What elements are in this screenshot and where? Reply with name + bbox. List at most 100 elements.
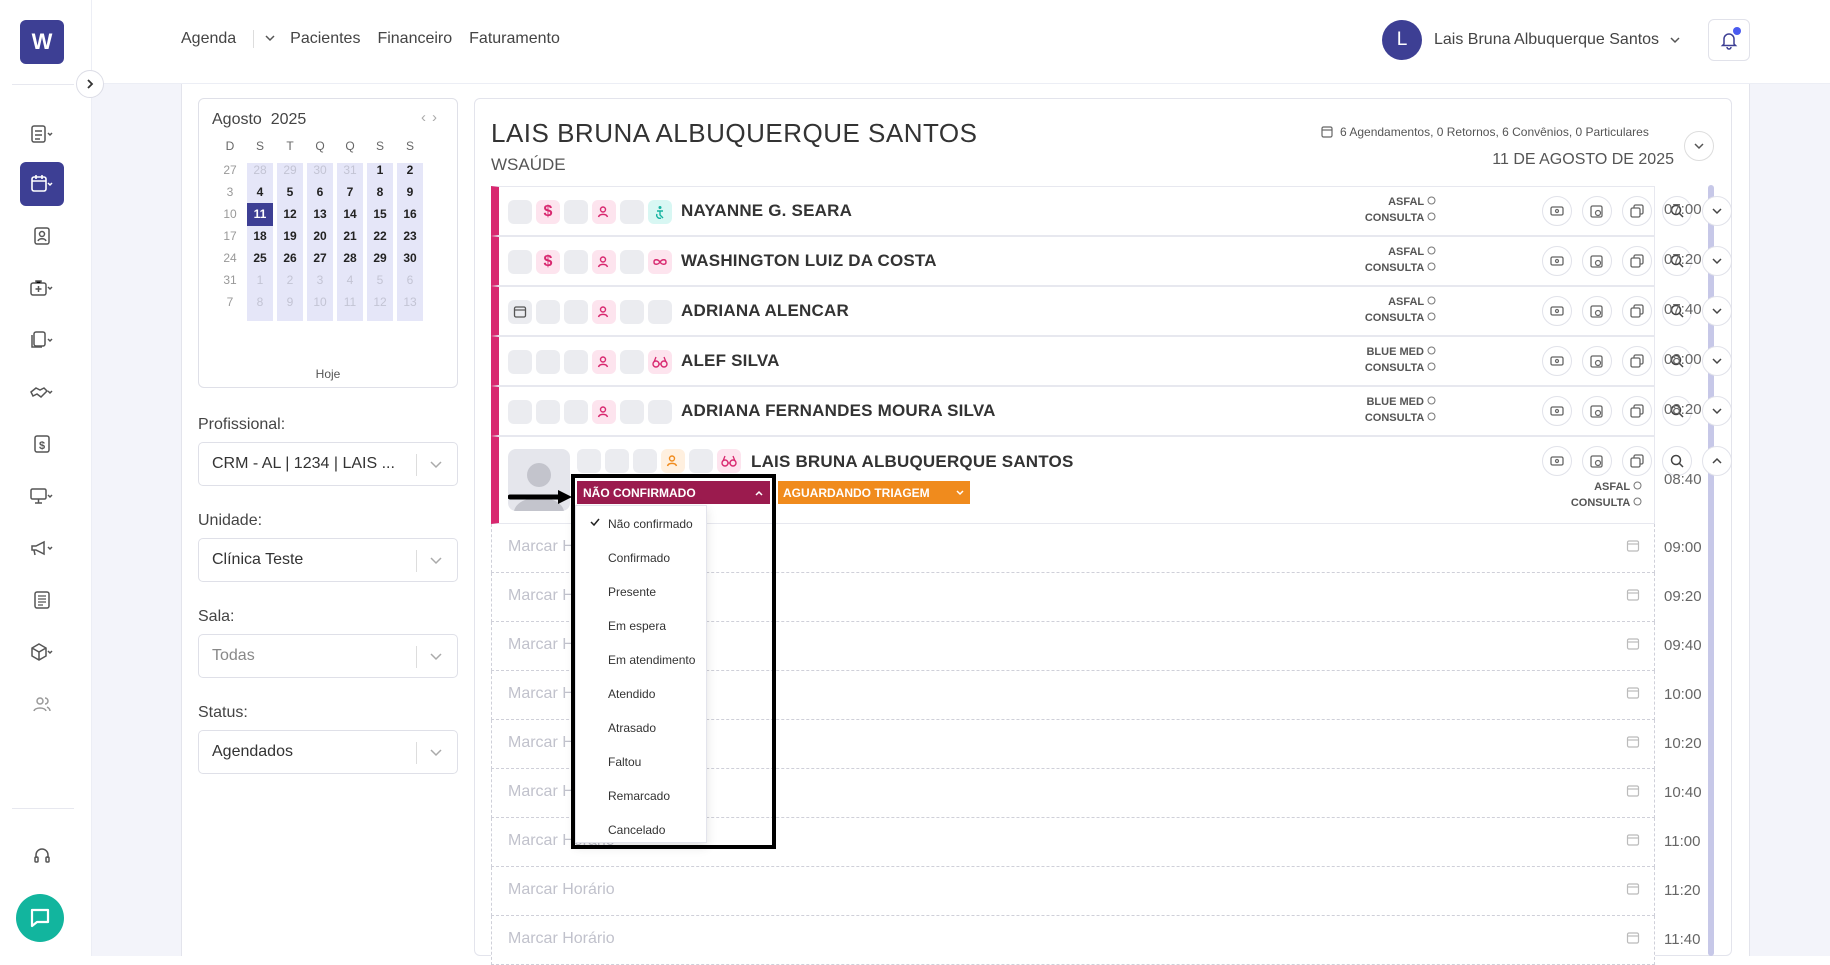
patient-icon[interactable] [661, 449, 685, 473]
calendar-day[interactable]: 24 [217, 247, 243, 270]
calendar-small-icon[interactable] [1626, 931, 1640, 945]
status-select[interactable]: Agendados [198, 730, 458, 774]
calendar-small-icon[interactable] [1626, 588, 1640, 602]
calendar-day[interactable]: 6 [307, 181, 333, 204]
empty-status-icon[interactable] [536, 350, 560, 374]
calendar-day[interactable]: 29 [367, 247, 393, 270]
empty-status-icon[interactable] [508, 200, 532, 224]
calendar-day[interactable]: 21 [337, 225, 363, 248]
action-card-button[interactable] [1542, 246, 1572, 276]
calendar-day[interactable]: 13 [397, 291, 423, 314]
calendar-day[interactable]: 9 [277, 291, 303, 314]
empty-status-icon[interactable] [564, 400, 588, 424]
empty-status-icon[interactable] [620, 400, 644, 424]
action-copy-button[interactable] [1622, 346, 1652, 376]
calendar-day[interactable]: 27 [307, 247, 333, 270]
patient-card-icon[interactable] [20, 214, 64, 258]
calendar-day[interactable]: 7 [337, 181, 363, 204]
calendar-small-icon[interactable] [1626, 637, 1640, 651]
empty-status-icon[interactable] [508, 400, 532, 424]
action-chevron-down-button[interactable] [1702, 446, 1732, 476]
appointment-row[interactable]: ALEF SILVA BLUE MED CONSULTA [491, 336, 1732, 386]
documents-icon[interactable] [20, 318, 64, 362]
empty-status-icon[interactable] [508, 350, 532, 374]
calendar-day[interactable]: 11 [247, 203, 273, 226]
empty-status-icon[interactable] [564, 250, 588, 274]
calendar-next-icon[interactable]: › [432, 109, 443, 126]
action-card-button[interactable] [1542, 396, 1572, 426]
calendar-day[interactable]: 27 [217, 159, 243, 182]
patient-name[interactable]: NAYANNE G. SEARA [681, 201, 852, 221]
calendar-day[interactable]: 5 [277, 181, 303, 204]
calendar-day[interactable]: 26 [277, 247, 303, 270]
patient-name[interactable]: WASHINGTON LUIZ DA COSTA [681, 251, 937, 271]
calendar-day[interactable]: 1 [367, 159, 393, 182]
calendar-day[interactable]: 28 [337, 247, 363, 270]
patient-name[interactable]: ALEF SILVA [681, 351, 780, 371]
calendar-day[interactable]: 3 [217, 181, 243, 204]
room-select[interactable]: Todas [198, 634, 458, 678]
action-copy-button[interactable] [1622, 446, 1652, 476]
calendar-day[interactable]: 31 [217, 269, 243, 292]
calendar-day[interactable]: 4 [337, 269, 363, 292]
notifications-button[interactable] [1708, 19, 1750, 61]
calendar-day[interactable]: 19 [277, 225, 303, 248]
calendar-day[interactable]: 9 [397, 181, 423, 204]
patient-icon[interactable] [592, 250, 616, 274]
patient-icon[interactable] [592, 300, 616, 324]
unit-select[interactable]: Clínica Teste [198, 538, 458, 582]
glasses-icon[interactable] [717, 449, 741, 473]
header-expand-button[interactable] [1684, 131, 1714, 161]
patient-name[interactable]: LAIS BRUNA ALBUQUERQUE SANTOS [751, 452, 1074, 472]
calendar-day[interactable]: 22 [367, 225, 393, 248]
calendar-day[interactable]: 14 [337, 203, 363, 226]
calendar-day[interactable]: 20 [307, 225, 333, 248]
calendar-day[interactable]: 3 [307, 269, 333, 292]
calendar-day[interactable]: 12 [277, 203, 303, 226]
calendar-check-icon[interactable] [508, 300, 532, 324]
empty-status-icon[interactable] [564, 200, 588, 224]
calendar-day[interactable]: 6 [397, 269, 423, 292]
calendar-day[interactable]: 28 [247, 159, 273, 182]
calendar-day[interactable]: 16 [397, 203, 423, 226]
user-menu[interactable]: L Lais Bruna Albuquerque Santos [1382, 20, 1681, 60]
appointment-row[interactable]: $ NAYANNE G. SEARA ASFAL CONSULTA [491, 186, 1732, 236]
calendar-small-icon[interactable] [1626, 686, 1640, 700]
action-calendar-clock-button[interactable] [1582, 446, 1612, 476]
calendar-day[interactable]: 18 [247, 225, 273, 248]
patient-icon[interactable] [592, 350, 616, 374]
empty-status-icon[interactable] [605, 449, 629, 473]
empty-status-icon[interactable] [620, 200, 644, 224]
nav-faturamento[interactable]: Faturamento [469, 30, 560, 48]
action-card-button[interactable] [1542, 296, 1572, 326]
empty-status-icon[interactable] [577, 449, 601, 473]
calendar-day[interactable]: 29 [277, 159, 303, 182]
action-calendar-clock-button[interactable] [1582, 346, 1612, 376]
empty-slot[interactable]: Marcar Horário [491, 916, 1655, 965]
action-calendar-clock-button[interactable] [1582, 296, 1612, 326]
dollar-icon[interactable]: $ [536, 200, 560, 224]
action-card-button[interactable] [1542, 196, 1572, 226]
infinity-icon[interactable] [648, 250, 672, 274]
calendar-day[interactable]: 8 [367, 181, 393, 204]
calendar-day[interactable]: 8 [247, 291, 273, 314]
calendar-day[interactable]: 12 [367, 291, 393, 314]
calendar-day[interactable]: 2 [277, 269, 303, 292]
action-calendar-clock-button[interactable] [1582, 396, 1612, 426]
today-button[interactable]: Hoje [199, 367, 457, 381]
calendar-icon[interactable] [20, 162, 64, 206]
sidebar-collapse-button[interactable] [76, 70, 104, 98]
nav-pacientes[interactable]: Pacientes [290, 30, 360, 48]
empty-status-icon[interactable] [633, 449, 657, 473]
calendar-day[interactable]: 2 [397, 159, 423, 182]
dollar-icon[interactable]: $ [536, 250, 560, 274]
calendar-day[interactable]: 17 [217, 225, 243, 248]
empty-status-icon[interactable] [508, 250, 532, 274]
empty-status-icon[interactable] [620, 300, 644, 324]
professional-select[interactable]: CRM - AL | 1234 | LAIS ... [198, 442, 458, 486]
action-copy-button[interactable] [1622, 196, 1652, 226]
action-card-button[interactable] [1542, 446, 1572, 476]
action-chevron-down-button[interactable] [1702, 396, 1732, 426]
calendar-small-icon[interactable] [1626, 784, 1640, 798]
calendar-day[interactable]: 13 [307, 203, 333, 226]
